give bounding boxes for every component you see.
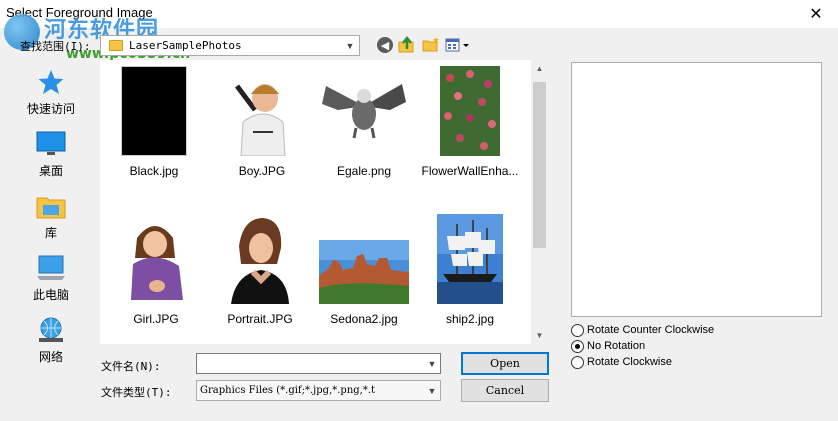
file-name: Boy.JPG	[238, 164, 286, 178]
up-folder-icon	[398, 36, 414, 53]
place-label: 此电脑	[32, 288, 69, 302]
libraries-icon	[35, 192, 67, 220]
file-list-scrollbar[interactable]: ▲ ▼	[531, 60, 548, 344]
open-button[interactable]: Open	[461, 352, 549, 375]
file-name: ship2.jpg	[445, 312, 495, 326]
filetype-value: Graphics Files (*.gif;*.jpg,*.png,*.t	[200, 385, 376, 396]
rotate-ccw-label: Rotate Counter Clockwise	[587, 324, 715, 336]
image-preview	[571, 62, 822, 317]
chevron-down-icon: ▼	[427, 385, 437, 396]
place-label: 快速访问	[26, 102, 75, 116]
filename-label: 文件名(N):	[101, 360, 161, 373]
place-desktop[interactable]: 桌面	[10, 130, 92, 186]
file-item[interactable]: Sedona2.jpg	[312, 214, 416, 326]
chevron-down-icon: ▼	[345, 40, 355, 51]
scroll-up-arrow-icon[interactable]: ▲	[531, 60, 548, 77]
file-item[interactable]: Egale.png	[312, 66, 416, 178]
window-title: Select Foreground Image	[6, 5, 153, 20]
file-list[interactable]: Black.jpg Boy.JPG Egale.png FlowerWallEn…	[100, 60, 548, 344]
place-label: 桌面	[38, 164, 63, 178]
file-item[interactable]: ship2.jpg	[418, 214, 522, 326]
this-pc-icon	[35, 254, 67, 282]
file-item[interactable]: Girl.JPG	[104, 214, 208, 326]
file-name: Egale.png	[336, 164, 392, 178]
rotate-cw-label: Rotate Clockwise	[587, 356, 672, 368]
thumbnail-image	[319, 240, 409, 304]
view-menu-icon	[445, 38, 469, 52]
view-menu-button[interactable]	[444, 36, 472, 54]
place-network[interactable]: 网络	[10, 316, 92, 372]
file-name: FlowerWallEnha...	[421, 164, 519, 178]
file-item[interactable]: Black.jpg	[102, 66, 206, 178]
close-icon: ✕	[809, 6, 823, 23]
no-rotation-label: No Rotation	[587, 340, 646, 352]
file-item[interactable]: FlowerWallEnha...	[418, 66, 522, 178]
look-in-value: LaserSamplePhotos	[129, 39, 242, 52]
filetype-label: 文件类型(T):	[101, 386, 172, 399]
filename-input[interactable]: ▼	[196, 353, 441, 374]
thumbnail-image	[229, 66, 295, 156]
place-quick-access[interactable]: 快速访问	[10, 68, 92, 124]
radio-button-checked[interactable]	[571, 339, 584, 353]
new-folder-button[interactable]	[422, 36, 440, 54]
scroll-down-arrow-icon[interactable]: ▼	[531, 327, 548, 344]
place-libraries[interactable]: 库	[10, 192, 92, 248]
thumbnail-image	[123, 214, 189, 304]
place-label: 网络	[38, 350, 63, 364]
thumbnail-image	[121, 66, 187, 156]
thumbnail-image	[318, 66, 410, 156]
radio-button[interactable]	[571, 323, 584, 337]
no-rotation-option[interactable]: No Rotation	[571, 338, 645, 354]
file-name: Black.jpg	[129, 164, 179, 178]
thumbnail-image	[437, 214, 503, 304]
file-name: Sedona2.jpg	[330, 312, 398, 326]
rotate-ccw-option[interactable]: Rotate Counter Clockwise	[571, 322, 714, 338]
quick-access-star-icon	[35, 68, 67, 96]
folder-icon	[109, 40, 123, 51]
look-in-dropdown[interactable]: LaserSamplePhotos ▼	[100, 35, 360, 56]
filetype-dropdown[interactable]: Graphics Files (*.gif;*.jpg,*.png,*.t ▼	[196, 380, 441, 401]
rotate-cw-option[interactable]: Rotate Clockwise	[571, 354, 672, 370]
look-in-label: 查找范围(I):	[20, 40, 91, 53]
thumbnail-image	[440, 66, 500, 156]
places-bar: 快速访问 桌面 库 此电脑 网络	[0, 60, 100, 365]
close-button[interactable]: ✕	[794, 0, 838, 28]
network-icon	[35, 316, 67, 344]
title-bar: Select Foreground Image ✕	[0, 0, 838, 28]
file-item[interactable]: Boy.JPG	[210, 66, 314, 178]
back-button[interactable]: ◀	[376, 36, 394, 54]
thumbnail-image	[227, 214, 293, 304]
chevron-down-icon[interactable]: ▼	[424, 354, 440, 373]
place-this-pc[interactable]: 此电脑	[10, 254, 92, 310]
cancel-button[interactable]: Cancel	[461, 379, 549, 402]
up-folder-button[interactable]	[398, 36, 416, 54]
radio-button[interactable]	[571, 355, 584, 369]
new-folder-icon	[422, 37, 439, 52]
scroll-thumb[interactable]	[533, 82, 546, 248]
place-label: 库	[44, 226, 57, 240]
desktop-icon	[35, 130, 67, 158]
file-name: Girl.JPG	[133, 312, 179, 326]
file-name: Portrait.JPG	[227, 312, 293, 326]
back-arrow-icon: ◀	[377, 37, 393, 53]
file-item[interactable]: Portrait.JPG	[208, 214, 312, 326]
